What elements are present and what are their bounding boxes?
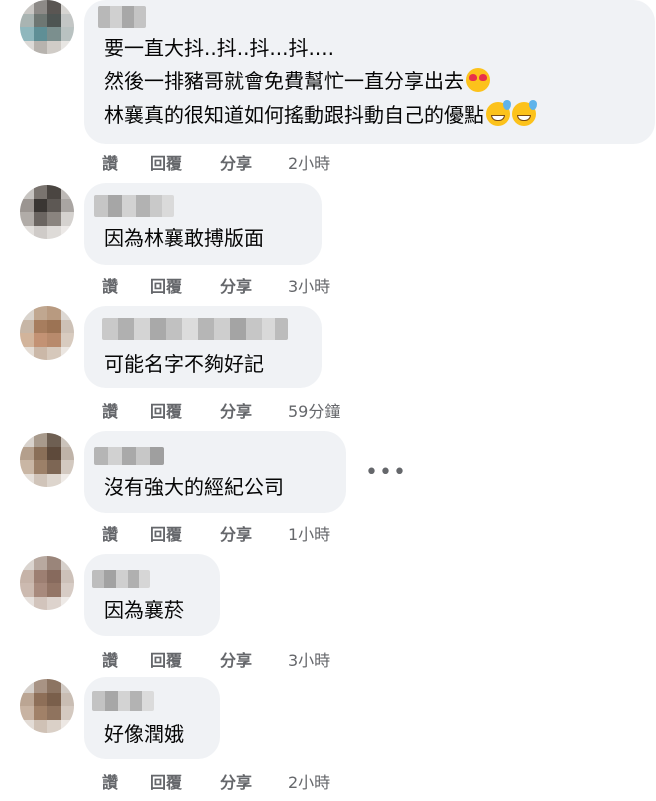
avatar[interactable] bbox=[20, 185, 74, 239]
share-button[interactable]: 分享 bbox=[220, 150, 252, 174]
share-button[interactable]: 分享 bbox=[220, 398, 252, 422]
heart-eyes-emoji-icon bbox=[466, 68, 490, 92]
more-options-icon[interactable]: ••• bbox=[365, 462, 407, 484]
reply-button[interactable]: 回覆 bbox=[150, 769, 182, 793]
like-button[interactable]: 讚 bbox=[102, 521, 118, 545]
reply-button[interactable]: 回覆 bbox=[150, 273, 182, 297]
reply-button[interactable]: 回覆 bbox=[150, 647, 182, 671]
commenter-name-blurred[interactable] bbox=[92, 570, 150, 588]
like-button[interactable]: 讚 bbox=[102, 150, 118, 174]
comment-text: 沒有強大的經紀公司 bbox=[104, 475, 284, 499]
comment-text-line-2: 然後一排豬哥就會免費幫忙一直分享出去 bbox=[104, 67, 490, 95]
timestamp[interactable]: 59分鐘 bbox=[288, 398, 340, 422]
grinning-sweat-emoji-icon bbox=[512, 100, 537, 126]
share-button[interactable]: 分享 bbox=[220, 647, 252, 671]
comment-text: 因為林襄敢搏版面 bbox=[104, 226, 264, 250]
avatar[interactable] bbox=[20, 433, 74, 487]
avatar[interactable] bbox=[20, 306, 74, 360]
avatar[interactable] bbox=[20, 0, 74, 54]
share-button[interactable]: 分享 bbox=[220, 521, 252, 545]
comment-text: 可能名字不夠好記 bbox=[104, 352, 264, 376]
share-button[interactable]: 分享 bbox=[220, 769, 252, 793]
comment-text: 然後一排豬哥就會免費幫忙一直分享出去 bbox=[104, 69, 464, 93]
reply-button[interactable]: 回覆 bbox=[150, 398, 182, 422]
timestamp[interactable]: 3小時 bbox=[288, 647, 330, 671]
timestamp[interactable]: 2小時 bbox=[288, 150, 330, 174]
avatar[interactable] bbox=[20, 679, 74, 733]
comment-bubble: 因為林襄敢搏版面 bbox=[84, 183, 322, 265]
comment-bubble: 可能名字不夠好記 bbox=[84, 306, 322, 388]
commenter-name-blurred[interactable] bbox=[94, 195, 174, 217]
like-button[interactable]: 讚 bbox=[102, 398, 118, 422]
like-button[interactable]: 讚 bbox=[102, 647, 118, 671]
comment-bubble: 沒有強大的經紀公司 bbox=[84, 431, 346, 513]
commenter-name-blurred[interactable] bbox=[102, 318, 288, 340]
comment-text: 因為襄菸 bbox=[104, 598, 184, 622]
share-button[interactable]: 分享 bbox=[220, 273, 252, 297]
grinning-sweat-emoji-icon bbox=[486, 100, 511, 126]
timestamp[interactable]: 3小時 bbox=[288, 273, 330, 297]
commenter-name-blurred[interactable] bbox=[98, 6, 146, 28]
avatar[interactable] bbox=[20, 556, 74, 610]
like-button[interactable]: 讚 bbox=[102, 273, 118, 297]
timestamp[interactable]: 2小時 bbox=[288, 769, 330, 793]
reply-button[interactable]: 回覆 bbox=[150, 150, 182, 174]
comment-text-line-1: 要一直大抖..抖..抖...抖.... bbox=[104, 36, 334, 60]
comment-text: 好像潤娥 bbox=[104, 722, 184, 746]
comment-bubble: 好像潤娥 bbox=[84, 677, 220, 759]
comment-text-line-3: 林襄真的很知道如何搖動跟抖動自己的優點 bbox=[104, 100, 537, 129]
reply-button[interactable]: 回覆 bbox=[150, 521, 182, 545]
commenter-name-blurred[interactable] bbox=[94, 447, 164, 465]
timestamp[interactable]: 1小時 bbox=[288, 521, 330, 545]
comment-bubble: 要一直大抖..抖..抖...抖.... 然後一排豬哥就會免費幫忙一直分享出去 林… bbox=[84, 0, 655, 144]
comment-text: 林襄真的很知道如何搖動跟抖動自己的優點 bbox=[104, 103, 484, 127]
like-button[interactable]: 讚 bbox=[102, 769, 118, 793]
comment-bubble: 因為襄菸 bbox=[84, 554, 220, 636]
commenter-name-blurred[interactable] bbox=[92, 691, 154, 711]
